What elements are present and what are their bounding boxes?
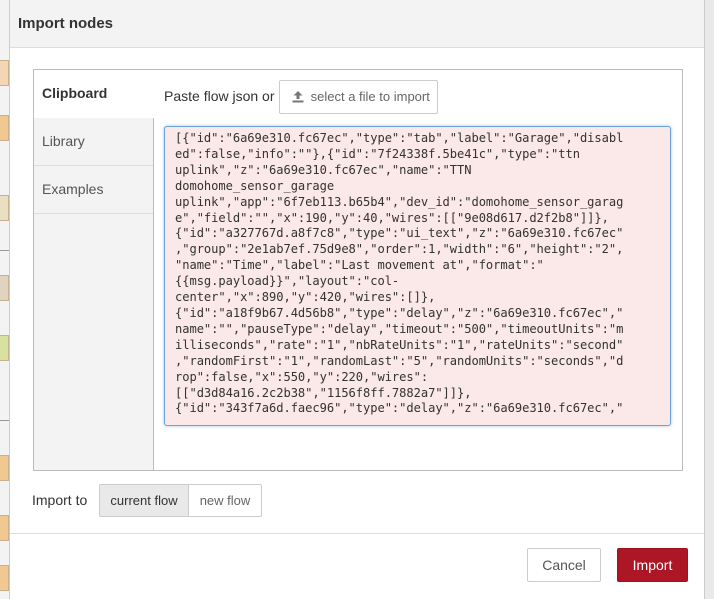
footer-divider <box>10 533 704 534</box>
background-node <box>0 60 9 86</box>
editor-background-right <box>705 0 714 599</box>
select-file-label: select a file to import <box>310 89 430 104</box>
json-line: uplink","app":"6f7eb113.b65b4","dev_id":… <box>175 194 624 209</box>
current-flow-option[interactable]: current flow <box>99 484 189 517</box>
json-line: "name":"Time","label":"Last movement at"… <box>175 258 544 273</box>
import-label: Import <box>632 557 673 573</box>
import-to-label: Import to <box>32 492 88 508</box>
background-node <box>0 195 9 221</box>
background-node <box>0 455 9 481</box>
tab-label: Clipboard <box>42 85 108 101</box>
background-node <box>0 275 9 301</box>
background-node <box>0 515 9 541</box>
tab-library[interactable]: Library <box>34 118 153 166</box>
cancel-label: Cancel <box>542 557 586 573</box>
json-line: ,"randomFirst":"1","randomLast":"5","ran… <box>175 353 624 368</box>
import-dialog: Import nodes Clipboard Library Examples … <box>9 0 705 599</box>
upload-icon <box>292 91 304 103</box>
json-line: uplink","z":"6a69e310.fc67ec","name":"TT… <box>175 162 472 177</box>
cancel-button[interactable]: Cancel <box>527 548 601 582</box>
tab-label: Examples <box>42 181 104 197</box>
dialog-title: Import nodes <box>18 15 114 32</box>
tab-clipboard[interactable]: Clipboard <box>34 70 155 118</box>
current-flow-label: current flow <box>110 493 178 508</box>
background-wire <box>0 420 9 421</box>
json-line: illiseconds","rate":"1","nbRateUnits":"1… <box>175 337 624 352</box>
new-flow-option[interactable]: new flow <box>188 484 262 517</box>
json-line: [{"id":"6a69e310.fc67ec","type":"tab","l… <box>175 131 624 145</box>
json-line: name":"","pauseType":"delay","timeout":"… <box>175 321 624 336</box>
flow-json-textarea[interactable]: [{"id":"6a69e310.fc67ec","type":"tab","l… <box>164 126 671 426</box>
json-line: {"id":"a327767d.a8f7c8","type":"ui_text"… <box>175 226 624 241</box>
background-wire <box>0 250 9 251</box>
background-node <box>0 115 9 141</box>
paste-flow-label: Paste flow json or <box>164 88 275 104</box>
json-line: {{msg.payload}}","layout":"col- <box>175 274 400 289</box>
import-source-tabs: Clipboard Library Examples <box>34 70 155 470</box>
json-line: {"id":"a18f9b67.4d56b8","type":"delay","… <box>175 305 624 320</box>
import-panel: Clipboard Library Examples Paste flow js… <box>33 69 683 471</box>
tab-label: Library <box>42 133 85 149</box>
new-flow-label: new flow <box>199 493 251 508</box>
json-line: {"id":"343f7a6d.faec96","type":"delay","… <box>175 401 624 416</box>
json-line: e","field":"","x":190,"y":40,"wires":[["… <box>175 210 609 225</box>
json-line: ed":false,"info":""},{"id":"7f24338f.5be… <box>175 146 580 161</box>
json-line: ,"group":"2e1ab7ef.75d9e8","order":1,"wi… <box>175 242 624 257</box>
flow-json-text: [{"id":"6a69e310.fc67ec","type":"tab","l… <box>175 131 670 417</box>
dialog-titlebar: Import nodes <box>10 0 704 48</box>
select-file-button[interactable]: select a file to import <box>279 80 438 114</box>
import-button[interactable]: Import <box>617 548 688 582</box>
background-node <box>0 335 9 361</box>
json-line: center","x":890,"y":420,"wires":[]}, <box>175 290 436 305</box>
tab-examples[interactable]: Examples <box>34 166 153 214</box>
json-line: rop":false,"x":550,"y":220,"wires": <box>175 369 429 384</box>
background-node <box>0 565 9 591</box>
json-line: domohome_sensor_garage <box>175 178 335 193</box>
json-line: [["d3d84a16.2c2b38","1156f8ff.7882a7"]]}… <box>175 385 472 400</box>
